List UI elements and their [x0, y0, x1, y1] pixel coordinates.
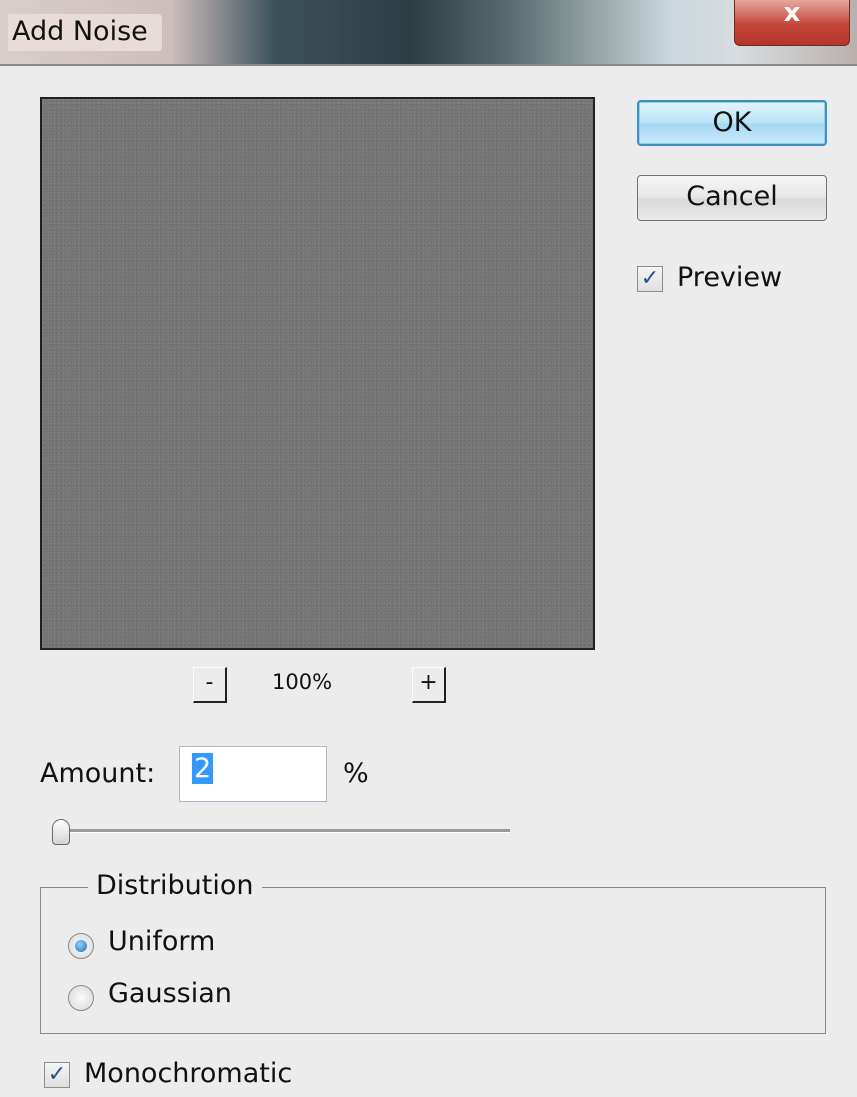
amount-value: 2: [192, 753, 214, 784]
zoom-level: 100%: [272, 670, 333, 694]
title-bar: Add Noise x: [0, 0, 857, 66]
monochromatic-checkbox[interactable]: ✓: [44, 1062, 70, 1088]
uniform-label: Uniform: [108, 926, 216, 957]
amount-input[interactable]: 2: [179, 746, 327, 802]
amount-label: Amount:: [40, 758, 156, 789]
check-icon: ✓: [640, 266, 660, 291]
uniform-radio[interactable]: [68, 933, 94, 959]
preview-label: Preview: [677, 262, 783, 293]
ok-button[interactable]: OK: [637, 100, 827, 146]
distribution-group: [40, 887, 826, 1034]
window-title: Add Noise: [8, 14, 162, 51]
close-button[interactable]: x: [734, 0, 850, 46]
distribution-legend: Distribution: [88, 870, 262, 901]
zoom-out-button[interactable]: -: [193, 667, 227, 703]
close-icon: x: [783, 0, 801, 28]
check-icon: ✓: [47, 1062, 67, 1087]
zoom-in-button[interactable]: +: [412, 667, 446, 703]
cancel-button[interactable]: Cancel: [637, 175, 827, 221]
monochromatic-label: Monochromatic: [84, 1058, 293, 1089]
noise-preview-image[interactable]: [40, 97, 595, 650]
preview-checkbox[interactable]: ✓: [637, 266, 663, 292]
gaussian-label: Gaussian: [108, 978, 232, 1009]
amount-slider-track[interactable]: [60, 829, 510, 833]
amount-slider-handle[interactable]: [52, 819, 71, 845]
gaussian-radio[interactable]: [68, 985, 94, 1011]
amount-unit: %: [343, 758, 369, 789]
